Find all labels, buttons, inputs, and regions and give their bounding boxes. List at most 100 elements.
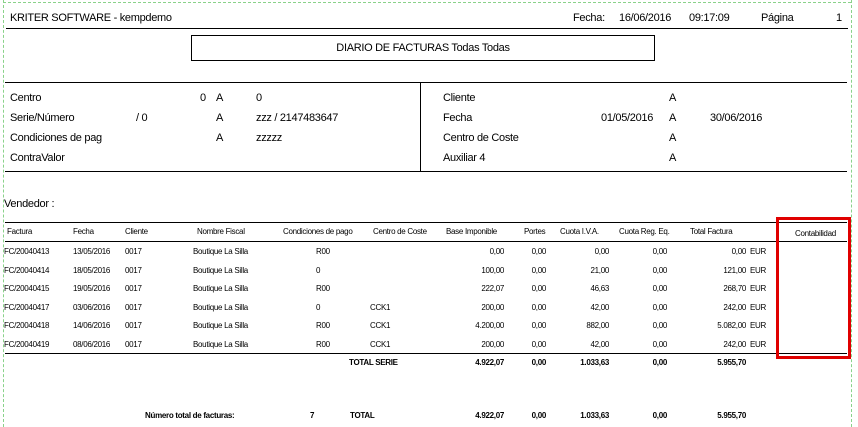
grand-total-portes: 0,00 <box>531 411 547 420</box>
cell-currency: EUR <box>750 340 766 349</box>
total-serie-label: TOTAL SERIE <box>349 358 398 367</box>
cell-portes: 0,00 <box>531 340 547 349</box>
filter-a-serie: A <box>216 112 224 124</box>
total-serie-req: 0,00 <box>652 358 668 367</box>
cell-centro-coste: CCK1 <box>370 321 391 331</box>
cell-req: 0,00 <box>652 340 668 349</box>
cell-cliente: 0017 <box>125 340 142 349</box>
cell-fecha: 08/06/2016 <box>73 340 111 349</box>
report-title-box: DIARIO DE FACTURAS Todas Todas <box>191 35 655 61</box>
cell-condiciones: 0 <box>316 265 321 275</box>
filter-label-centro-coste: Centro de Coste <box>443 132 519 144</box>
filter-from-fecha: 01/05/2016 <box>601 112 654 124</box>
page-border-top <box>3 2 851 3</box>
cell-total: 242,00 <box>723 340 746 349</box>
total-serie-rule <box>5 353 847 354</box>
filter-to-condiciones: zzzzz <box>256 132 283 144</box>
cell-currency: EUR <box>750 247 766 256</box>
cell-req: 0,00 <box>652 265 668 275</box>
cell-nombre-fiscal: Boutique La Silla <box>193 321 248 331</box>
page-border-left <box>3 0 4 427</box>
filter-label-serie: Serie/Número <box>10 112 75 124</box>
col-fecha: Fecha <box>73 227 94 236</box>
cell-total: 0,00 <box>731 247 747 256</box>
cell-iva: 21,00 <box>590 265 609 275</box>
cell-iva: 42,00 <box>590 302 609 312</box>
filter-label-cliente: Cliente <box>443 92 476 104</box>
cell-iva: 0,00 <box>594 247 610 256</box>
contabilidad-highlight-box <box>776 217 851 359</box>
col-portes: Portes <box>524 227 546 236</box>
cell-base: 200,00 <box>481 340 504 349</box>
cell-nombre-fiscal: Boutique La Silla <box>193 284 248 294</box>
cell-portes: 0,00 <box>531 247 547 256</box>
cell-fecha: 19/05/2016 <box>73 284 111 294</box>
cell-base: 100,00 <box>481 265 504 275</box>
page-label: Página <box>761 12 794 24</box>
table-header-rule-top <box>5 222 847 223</box>
grand-total-iva: 1.033,63 <box>580 411 609 420</box>
cell-fecha: 13/05/2016 <box>73 247 111 256</box>
cell-factura: FC/20040414 <box>4 265 50 275</box>
grand-total-total: 5.955,70 <box>717 411 746 420</box>
filter-divider <box>420 82 421 171</box>
cell-portes: 0,00 <box>531 284 547 294</box>
filter-to-fecha: 30/06/2016 <box>710 112 763 124</box>
cell-base: 0,00 <box>489 247 505 256</box>
col-iva: Cuota I.V.A. <box>560 227 599 236</box>
filter-to-centro: 0 <box>256 92 262 104</box>
cell-iva: 46,63 <box>590 284 609 294</box>
col-total: Total Factura <box>690 227 733 236</box>
cell-fecha: 03/06/2016 <box>73 302 111 312</box>
filter-a-centro: A <box>216 92 224 104</box>
page-border-right <box>851 0 852 427</box>
header-rule <box>6 28 848 29</box>
cell-req: 0,00 <box>652 321 668 331</box>
cell-fecha: 18/05/2016 <box>73 265 111 275</box>
cell-total: 121,00 <box>723 265 746 275</box>
page-number: 1 <box>836 12 842 24</box>
table-header-rule-bottom <box>5 241 847 242</box>
cell-centro-coste: CCK1 <box>370 340 391 349</box>
filter-to-serie: zzz / 2147483647 <box>256 112 339 124</box>
filter-label-centro: Centro <box>10 92 42 104</box>
company-name: KRITER SOFTWARE - kempdemo <box>10 12 172 24</box>
filter-label-fecha: Fecha <box>443 112 473 124</box>
cell-req: 0,00 <box>652 247 668 256</box>
col-factura: Factura <box>7 227 33 236</box>
col-nombre-fiscal: Nombre Fiscal <box>197 227 245 236</box>
cell-portes: 0,00 <box>531 321 547 331</box>
cell-condiciones: R00 <box>316 284 330 294</box>
grand-total-base: 4.922,07 <box>475 411 504 420</box>
cell-cliente: 0017 <box>125 284 142 294</box>
filter-from-serie: / 0 <box>136 112 148 124</box>
col-req: Cuota Reg. Eq. <box>619 227 670 236</box>
cell-factura: FC/20040413 <box>4 247 50 256</box>
total-serie-iva: 1.033,63 <box>580 358 609 367</box>
cell-portes: 0,00 <box>531 302 547 312</box>
cell-base: 4.200,00 <box>475 321 504 331</box>
cell-condiciones: R00 <box>316 340 330 349</box>
filter-from-centro: 0 <box>200 92 206 104</box>
cell-iva: 882,00 <box>586 321 609 331</box>
cell-cliente: 0017 <box>125 321 142 331</box>
vendedor-label: Vendedor : <box>4 198 55 210</box>
cell-nombre-fiscal: Boutique La Silla <box>193 340 248 349</box>
cell-base: 200,00 <box>481 302 504 312</box>
cell-cliente: 0017 <box>125 247 142 256</box>
cell-nombre-fiscal: Boutique La Silla <box>193 265 248 275</box>
cell-total: 268,70 <box>723 284 746 294</box>
cell-currency: EUR <box>750 284 766 294</box>
cell-currency: EUR <box>750 265 766 275</box>
cell-factura: FC/20040415 <box>4 284 50 294</box>
cell-req: 0,00 <box>652 284 668 294</box>
cell-req: 0,00 <box>652 302 668 312</box>
grand-total-req: 0,00 <box>652 411 668 420</box>
cell-factura: FC/20040418 <box>4 321 50 331</box>
filter-a-centro-coste: A <box>669 132 677 144</box>
filter-label-condiciones: Condiciones de pag <box>10 132 102 144</box>
cell-currency: EUR <box>750 302 766 312</box>
total-serie-base: 4.922,07 <box>475 358 504 367</box>
filter-a-fecha: A <box>669 112 677 124</box>
cell-factura: FC/20040417 <box>4 302 50 312</box>
